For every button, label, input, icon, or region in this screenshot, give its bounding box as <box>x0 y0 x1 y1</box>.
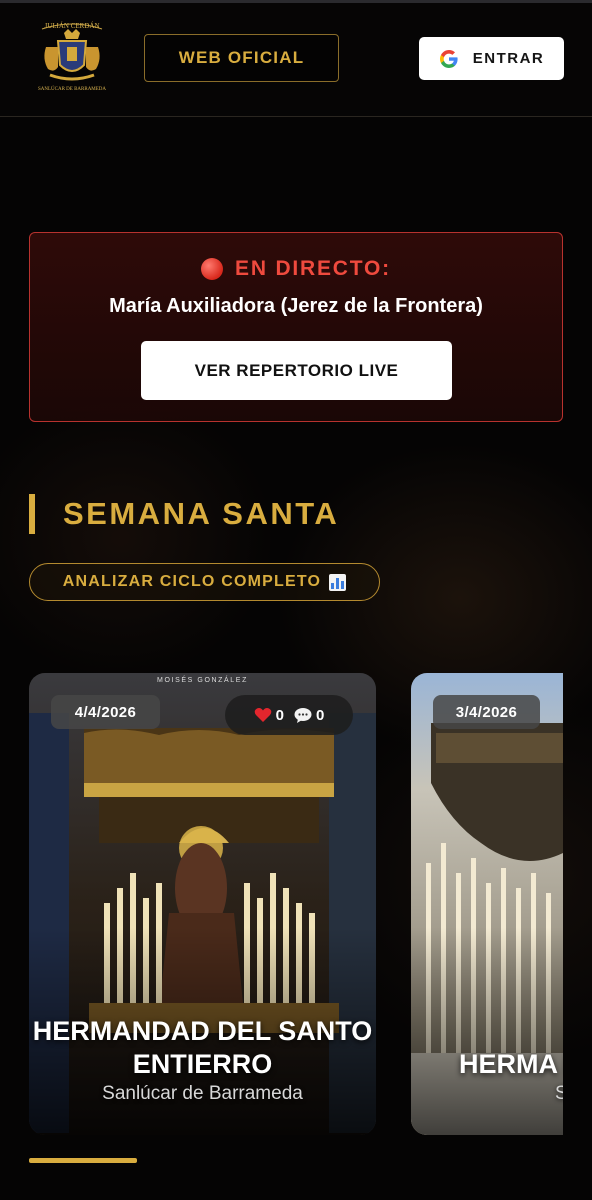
event-card[interactable]: 3/4/2026 HERMA LA CA S <box>411 673 563 1135</box>
live-title-text: EN DIRECTO: <box>235 257 391 280</box>
likes-value: 0 <box>275 706 284 724</box>
comments-count[interactable]: 0 <box>294 707 324 724</box>
svg-text:SANLÚCAR DE BARRAMEDA: SANLÚCAR DE BARRAMEDA <box>38 86 106 92</box>
analyze-cycle-button[interactable]: ANALIZAR CICLO COMPLETO <box>29 563 380 601</box>
live-banner: EN DIRECTO: María Auxiliadora (Jerez de … <box>29 232 563 422</box>
crest-icon: JULIÁN CERDÁN SANLÚCAR DE BARRAMEDA <box>38 22 106 92</box>
likes-count[interactable]: 0 <box>254 707 284 724</box>
card-location: Sanlúcar de Barrameda <box>102 1083 303 1104</box>
svg-text:JULIÁN CERDÁN: JULIÁN CERDÁN <box>44 22 99 30</box>
brand-logo[interactable]: JULIÁN CERDÁN SANLÚCAR DE BARRAMEDA <box>34 17 110 93</box>
event-card[interactable]: MOISÉS GONZÁLEZ 4/4/2026 0 0 HERMANDAD D… <box>29 673 376 1135</box>
section-title: SEMANA SANTA <box>63 496 340 531</box>
card-date-badge: 4/4/2026 <box>51 695 160 729</box>
photo-credit: MOISÉS GONZÁLEZ <box>157 677 248 684</box>
reactions-badge[interactable]: 0 0 <box>225 695 353 735</box>
live-title: EN DIRECTO: <box>30 257 562 281</box>
speech-bubble-icon <box>294 707 312 723</box>
card-title: HERMANDAD DEL SANTO ENTIERRO <box>32 1016 373 1079</box>
card-location: S <box>555 1083 563 1104</box>
google-icon <box>439 49 458 68</box>
top-header: JULIÁN CERDÁN SANLÚCAR DE BARRAMEDA WEB … <box>0 3 592 117</box>
bar-chart-icon <box>329 573 347 591</box>
red-circle-icon <box>201 258 224 280</box>
heart-icon <box>254 708 271 722</box>
official-web-button[interactable]: WEB OFICIAL <box>144 34 339 82</box>
analyze-label: ANALIZAR CICLO COMPLETO <box>62 573 322 590</box>
comments-value: 0 <box>316 706 325 724</box>
carousel-scroll-indicator <box>29 1158 137 1163</box>
login-label: ENTRAR <box>472 50 545 67</box>
card-title: HERMA LA CA <box>459 1049 563 1079</box>
section-accent-bar <box>29 494 35 534</box>
view-live-repertoire-button[interactable]: VER REPERTORIO LIVE <box>141 341 452 400</box>
live-event-name: María Auxiliadora (Jerez de la Frontera) <box>109 295 483 317</box>
login-button[interactable]: ENTRAR <box>419 37 564 80</box>
card-date-badge: 3/4/2026 <box>433 695 540 729</box>
